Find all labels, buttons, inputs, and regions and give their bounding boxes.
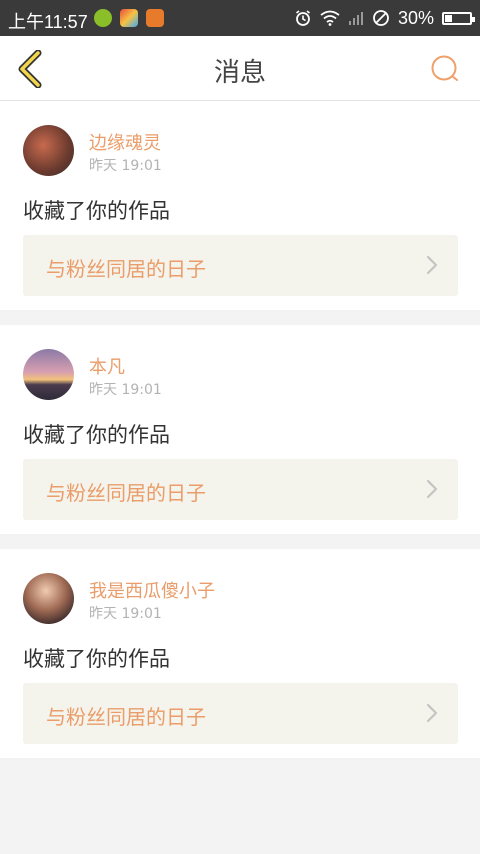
battery-percent: 30% [397, 7, 434, 28]
work-link[interactable]: 与粉丝同居的日子 [23, 683, 458, 744]
app-notification-icon [146, 9, 164, 27]
work-title: 与粉丝同居的日子 [46, 257, 206, 281]
work-link[interactable]: 与粉丝同居的日子 [23, 459, 458, 520]
nav-bar: 消息 [0, 36, 480, 101]
status-time: 上午11:57 [8, 12, 88, 32]
app-notification-icon [94, 9, 112, 27]
user-name[interactable]: 边缘魂灵 [89, 129, 161, 155]
work-title: 与粉丝同居的日子 [46, 705, 206, 729]
do-not-disturb-icon [373, 10, 389, 26]
user-name[interactable]: 我是西瓜傻小子 [89, 577, 215, 603]
avatar[interactable] [23, 573, 74, 624]
signal-icon [348, 12, 363, 25]
message-action: 收藏了你的作品 [23, 647, 170, 671]
message-time: 昨天 19:01 [89, 382, 162, 398]
avatar[interactable] [23, 349, 74, 400]
message-time: 昨天 19:01 [89, 606, 162, 622]
message-action: 收藏了你的作品 [23, 199, 170, 223]
message-card: 我是西瓜傻小子 昨天 19:01 收藏了你的作品 与粉丝同居的日子 [0, 549, 480, 758]
chevron-right-icon [426, 255, 438, 275]
battery-icon [442, 11, 475, 25]
search-icon[interactable] [430, 54, 460, 84]
message-action: 收藏了你的作品 [23, 423, 170, 447]
message-time: 昨天 19:01 [89, 158, 162, 174]
message-card: 本凡 昨天 19:01 收藏了你的作品 与粉丝同居的日子 [0, 325, 480, 534]
page-title: 消息 [213, 58, 266, 88]
status-indicators: 30% [294, 7, 475, 28]
app-notification-icon [120, 9, 138, 27]
chevron-right-icon [426, 703, 438, 723]
work-title: 与粉丝同居的日子 [46, 481, 206, 505]
wifi-icon [320, 10, 340, 26]
alarm-icon [295, 10, 310, 26]
work-link[interactable]: 与粉丝同居的日子 [23, 235, 458, 296]
avatar[interactable] [23, 125, 74, 176]
status-bar: 上午11:57 30% [0, 0, 480, 36]
message-card: 边缘魂灵 昨天 19:01 收藏了你的作品 与粉丝同居的日子 [0, 101, 480, 310]
message-list: 边缘魂灵 昨天 19:01 收藏了你的作品 与粉丝同居的日子 本凡 昨天 19:… [0, 101, 480, 773]
user-name[interactable]: 本凡 [89, 353, 125, 379]
chevron-right-icon [426, 479, 438, 499]
